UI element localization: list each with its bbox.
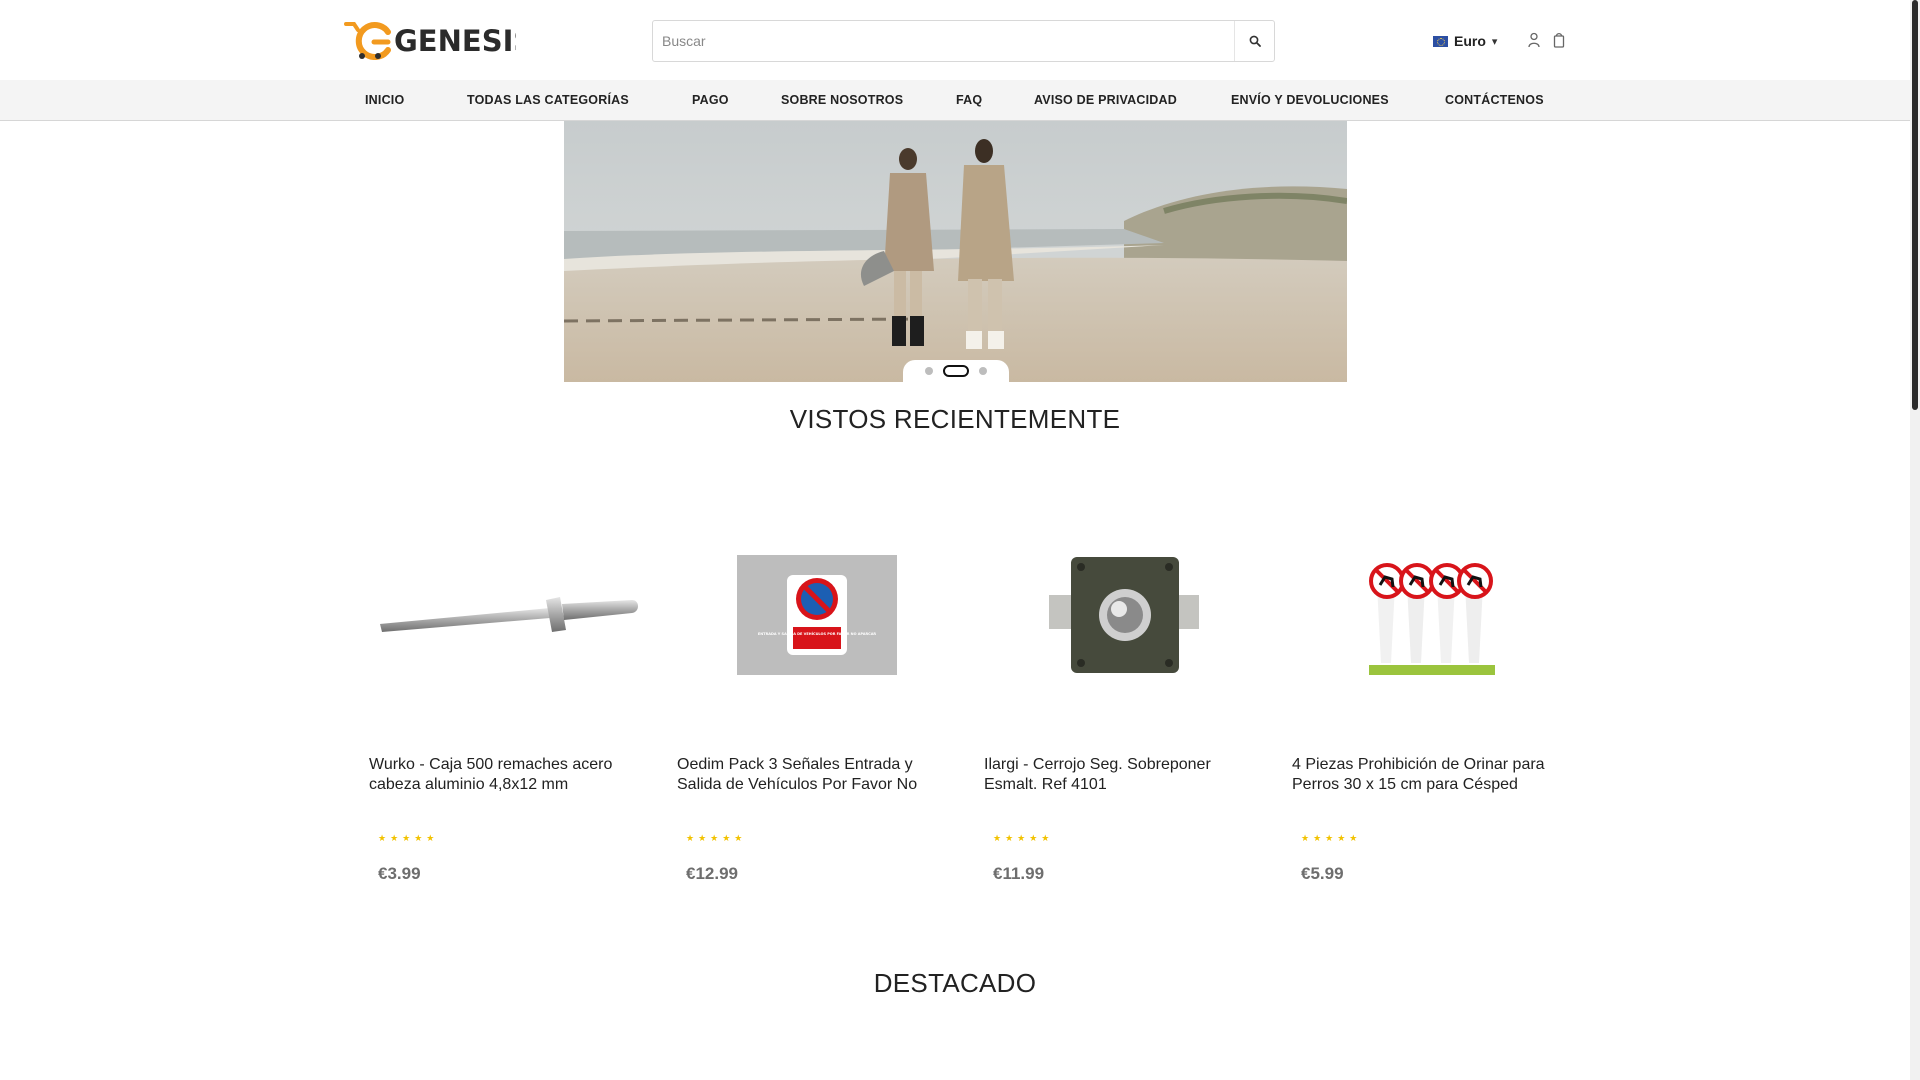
product-name[interactable]: Oedim Pack 3 Señales Entrada y Salida de… (677, 755, 957, 795)
product-name[interactable]: Ilargi - Cerrojo Seg. Sobreponer Esmalt.… (984, 755, 1264, 795)
product-name[interactable]: Wurko - Caja 500 remaches acero cabeza a… (369, 755, 649, 795)
banner-image (564, 121, 1347, 382)
no-dog-pee-signs-image (1369, 563, 1495, 675)
rating-stars: ★★★★★ (378, 833, 439, 843)
product-price: €5.99 (1301, 864, 1344, 883)
product-card: Wurko - Caja 500 remaches acero cabeza a… (369, 510, 649, 890)
genesis-logo-icon: GENESIS (344, 22, 516, 60)
search-input[interactable] (653, 21, 1233, 61)
nav-item-faq[interactable]: FAQ (956, 80, 982, 121)
page: GENESIS Euro ▾ INICIO (0, 0, 1920, 1080)
logo-text: GENESIS (394, 24, 516, 58)
nav-item-inicio[interactable]: INICIO (365, 80, 404, 121)
site-logo[interactable]: GENESIS (344, 20, 516, 60)
rating-stars: ★★★★★ (993, 833, 1054, 843)
featured-section-title: DESTACADO (873, 968, 1037, 998)
product-card: Ilargi - Cerrojo Seg. Sobreponer Esmalt.… (984, 510, 1264, 890)
header: GENESIS Euro ▾ (0, 0, 1910, 80)
carousel-dot-2[interactable] (943, 365, 969, 377)
carousel-dot-1[interactable] (925, 367, 933, 375)
sign-text: ENTRADA Y SALIDA DE VEHÍCULOS POR FAVOR … (758, 631, 877, 636)
page-scrollbar[interactable] (1910, 0, 1920, 1080)
nav-item-pago[interactable]: PAGO (692, 80, 729, 121)
product-image-link[interactable] (369, 510, 649, 720)
product-image-link[interactable] (1292, 510, 1572, 720)
user-icon[interactable] (1528, 32, 1540, 48)
product-name[interactable]: 4 Piezas Prohibición de Orinar para Perr… (1292, 755, 1572, 795)
search-box (652, 20, 1275, 62)
main-nav: INICIO TODAS LAS CATEGORÍAS PAGO SOBRE N… (0, 80, 1910, 121)
search-icon (1249, 35, 1261, 47)
product-card: ENTRADA Y SALIDA DE VEHÍCULOS POR FAVOR … (677, 510, 957, 890)
rating-stars: ★★★★★ (1301, 833, 1362, 843)
nav-item-sobre-nosotros[interactable]: SOBRE NOSOTROS (781, 80, 903, 121)
currency-label: Euro (1454, 33, 1486, 49)
rivet-image (380, 597, 638, 632)
currency-selector[interactable]: Euro ▾ (1433, 31, 1497, 51)
chevron-down-icon: ▾ (1491, 35, 1498, 48)
product-price: €11.99 (993, 864, 1045, 883)
door-bolt-lock-image (1049, 557, 1199, 673)
eu-flag-icon (1433, 35, 1448, 47)
product-price: €12.99 (686, 864, 738, 883)
hero-banner[interactable] (564, 121, 1347, 382)
product-price: €3.99 (378, 864, 421, 883)
product-image-link[interactable] (984, 510, 1264, 720)
nav-item-envio[interactable]: ENVÍO Y DEVOLUCIONES (1231, 80, 1389, 121)
cart-icon[interactable] (1553, 32, 1565, 48)
nav-item-categorias[interactable]: TODAS LAS CATEGORÍAS (467, 80, 629, 121)
search-button[interactable] (1234, 21, 1274, 61)
carousel-dots (903, 360, 1009, 382)
rating-stars: ★★★★★ (686, 833, 747, 843)
product-image-link[interactable]: ENTRADA Y SALIDA DE VEHÍCULOS POR FAVOR … (677, 510, 957, 720)
nav-item-aviso-privacidad[interactable]: AVISO DE PRIVACIDAD (1034, 80, 1177, 121)
product-card: 4 Piezas Prohibición de Orinar para Perr… (1292, 510, 1572, 890)
nav-item-contacto[interactable]: CONTÁCTENOS (1445, 80, 1544, 121)
recent-section-title: VISTOS RECIENTEMENTE (789, 404, 1121, 434)
scrollbar-thumb[interactable] (1912, 0, 1918, 410)
carousel-dot-3[interactable] (979, 367, 987, 375)
no-parking-sign-image: ENTRADA Y SALIDA DE VEHÍCULOS POR FAVOR … (737, 555, 897, 675)
